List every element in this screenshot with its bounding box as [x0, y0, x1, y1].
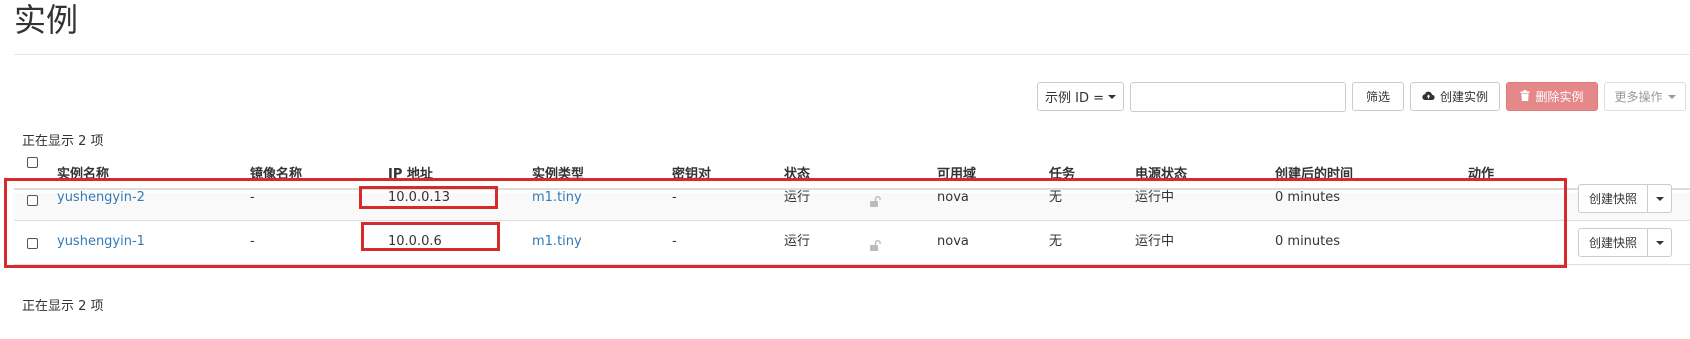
row-actions-dropdown-toggle[interactable] — [1648, 228, 1673, 257]
filter-field-select[interactable]: 示例 ID = — [1037, 82, 1124, 111]
row-actions-dropdown-toggle[interactable] — [1648, 184, 1673, 213]
create-snapshot-button[interactable]: 创建快照 — [1578, 184, 1649, 213]
chevron-down-icon — [1108, 94, 1116, 99]
cloud-upload-icon — [1422, 90, 1435, 104]
page-title: 实例 — [14, 1, 79, 39]
create-snapshot-button[interactable]: 创建快照 — [1578, 228, 1649, 257]
more-actions-button[interactable]: 更多操作 — [1604, 82, 1686, 111]
more-actions-label: 更多操作 — [1614, 90, 1663, 104]
chevron-down-icon — [1655, 240, 1664, 245]
row-action-group: 创建快照 — [1578, 228, 1673, 257]
select-all-checkbox[interactable] — [27, 157, 38, 168]
delete-instance-label: 删除实例 — [1535, 90, 1584, 104]
delete-instance-button[interactable]: 删除实例 — [1506, 82, 1598, 111]
item-count-top: 正在显示 2 项 — [22, 134, 104, 149]
create-snapshot-label: 创建快照 — [1589, 236, 1638, 250]
item-count-bottom: 正在显示 2 项 — [22, 299, 104, 314]
create-snapshot-label: 创建快照 — [1589, 192, 1638, 206]
filter-button[interactable]: 筛选 — [1352, 82, 1404, 111]
create-instance-label: 创建实例 — [1439, 90, 1488, 104]
rows-highlight-box — [4, 178, 1567, 268]
create-instance-button[interactable]: 创建实例 — [1410, 82, 1500, 111]
ip-highlight-box — [361, 222, 500, 251]
chevron-down-icon — [1655, 196, 1664, 201]
trash-icon — [1520, 89, 1530, 104]
chevron-down-icon — [1667, 94, 1676, 99]
filter-input[interactable] — [1130, 82, 1346, 112]
filter-button-label: 筛选 — [1365, 90, 1390, 104]
title-divider — [14, 54, 1690, 55]
ip-highlight-box — [359, 186, 498, 209]
row-action-group: 创建快照 — [1578, 184, 1673, 213]
instances-page: 实例 示例 ID = 筛选 创建实例 删除实例 更多操作 正在显示 2 项 实例… — [0, 0, 1690, 339]
filter-field-label: 示例 ID = — [1044, 91, 1104, 106]
